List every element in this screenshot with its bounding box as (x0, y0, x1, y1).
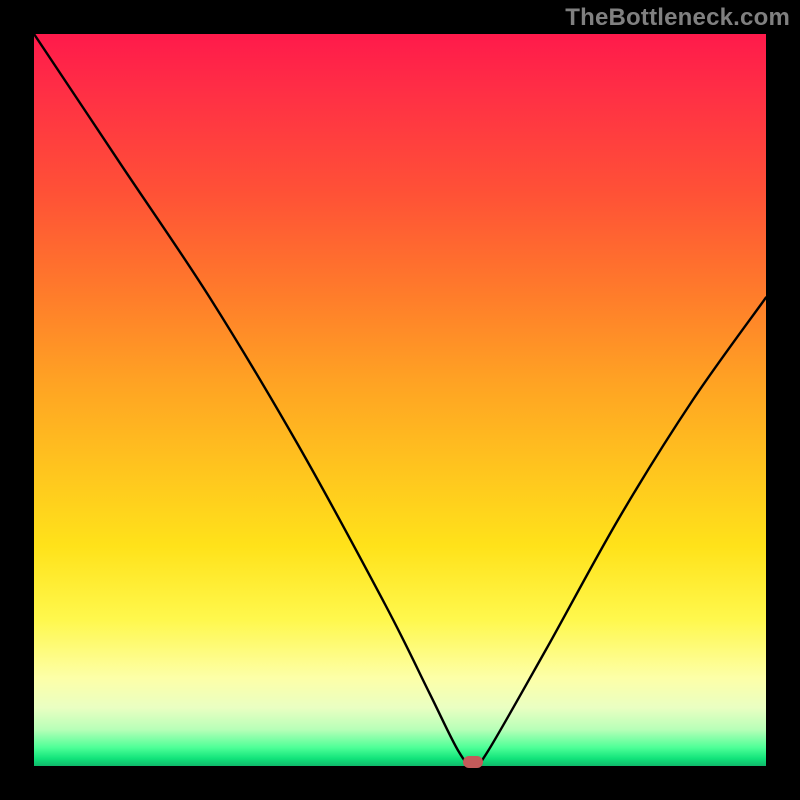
watermark-text: TheBottleneck.com (565, 4, 790, 32)
curve-path (34, 34, 766, 766)
plot-area (34, 34, 766, 766)
optimal-point-marker (463, 756, 483, 768)
chart-frame: TheBottleneck.com (0, 0, 800, 800)
bottleneck-curve (34, 34, 766, 766)
